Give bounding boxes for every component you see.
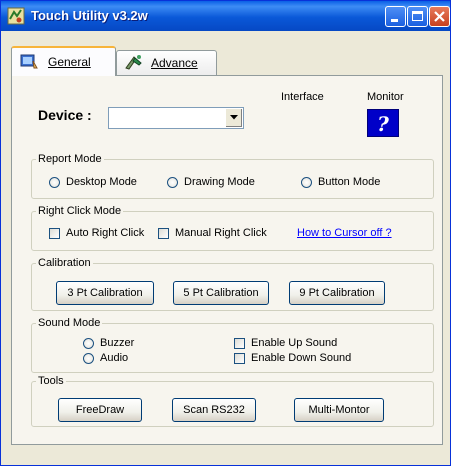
tab-general-label: General <box>48 55 91 69</box>
minimize-icon <box>391 19 398 22</box>
tab-advance[interactable]: Advance <box>116 50 217 76</box>
tab-general[interactable]: General <box>11 46 116 76</box>
multi-monitor-button[interactable]: Multi-Montor <box>294 398 384 422</box>
checkbox-box-icon <box>234 337 245 349</box>
report-mode-title: Report Mode <box>36 153 104 165</box>
enable-up-sound-checkbox[interactable]: Enable Up Sound <box>234 337 337 349</box>
calibration-title: Calibration <box>36 257 93 269</box>
window-title: Touch Utility v3.2w <box>31 8 148 23</box>
interface-label: Interface <box>281 91 324 103</box>
general-tab-icon <box>20 54 38 69</box>
maximize-icon <box>412 11 423 21</box>
calibration-3pt-button[interactable]: 3 Pt Calibration <box>56 281 154 305</box>
monitor-label: Monitor <box>367 91 404 103</box>
help-icon: ? <box>377 112 389 136</box>
right-click-mode-title: Right Click Mode <box>36 205 124 217</box>
maximize-button[interactable] <box>407 6 428 27</box>
freedraw-button[interactable]: FreeDraw <box>58 398 142 422</box>
touch-utility-icon <box>7 7 25 25</box>
radio-desktop-mode[interactable]: Desktop Mode <box>49 176 137 188</box>
radio-desktop-mode-label: Desktop Mode <box>66 176 137 188</box>
enable-down-sound-label: Enable Down Sound <box>251 352 352 364</box>
radio-drawing-mode[interactable]: Drawing Mode <box>167 176 255 188</box>
tools-title: Tools <box>36 375 66 387</box>
radio-button-mode[interactable]: Button Mode <box>301 176 380 188</box>
cursor-off-help-link[interactable]: How to Cursor off ? <box>297 227 392 239</box>
auto-right-click-checkbox[interactable]: Auto Right Click <box>49 227 144 239</box>
device-label: Device : <box>38 107 92 123</box>
checkbox-box-icon <box>158 227 169 239</box>
monitor-help-button[interactable]: ? <box>367 109 399 137</box>
sound-mode-title: Sound Mode <box>36 317 103 329</box>
close-icon <box>434 11 445 22</box>
scan-rs232-button[interactable]: Scan RS232 <box>172 398 256 422</box>
radio-circle-icon <box>167 176 178 188</box>
calibration-9pt-button[interactable]: 9 Pt Calibration <box>289 281 385 305</box>
checkbox-box-icon <box>234 352 245 364</box>
tab-advance-label: Advance <box>151 56 198 70</box>
calibration-5pt-button[interactable]: 5 Pt Calibration <box>173 281 269 305</box>
enable-up-sound-label: Enable Up Sound <box>251 337 338 349</box>
close-button[interactable] <box>429 6 450 27</box>
radio-circle-icon <box>301 176 312 188</box>
manual-right-click-label: Manual Right Click <box>175 227 267 239</box>
advance-tab-icon <box>125 55 142 70</box>
radio-buzzer-label: Buzzer <box>100 337 135 349</box>
auto-right-click-label: Auto Right Click <box>66 227 145 239</box>
enable-down-sound-checkbox[interactable]: Enable Down Sound <box>234 352 351 364</box>
radio-circle-icon <box>49 176 60 188</box>
radio-audio[interactable]: Audio <box>83 352 128 364</box>
app-window: Touch Utility v3.2w General Advance Devi… <box>0 0 451 466</box>
radio-circle-icon <box>83 352 94 364</box>
dropdown-arrow-button[interactable] <box>225 109 242 127</box>
radio-circle-icon <box>83 337 94 349</box>
chevron-down-icon <box>230 115 238 120</box>
radio-drawing-mode-label: Drawing Mode <box>184 176 255 188</box>
radio-button-mode-label: Button Mode <box>318 176 381 188</box>
device-dropdown[interactable] <box>108 107 244 129</box>
manual-right-click-checkbox[interactable]: Manual Right Click <box>158 227 267 239</box>
radio-buzzer[interactable]: Buzzer <box>83 337 134 349</box>
radio-audio-label: Audio <box>100 352 129 364</box>
checkbox-box-icon <box>49 227 60 239</box>
title-bar[interactable]: Touch Utility v3.2w <box>1 1 450 31</box>
minimize-button[interactable] <box>385 6 406 27</box>
